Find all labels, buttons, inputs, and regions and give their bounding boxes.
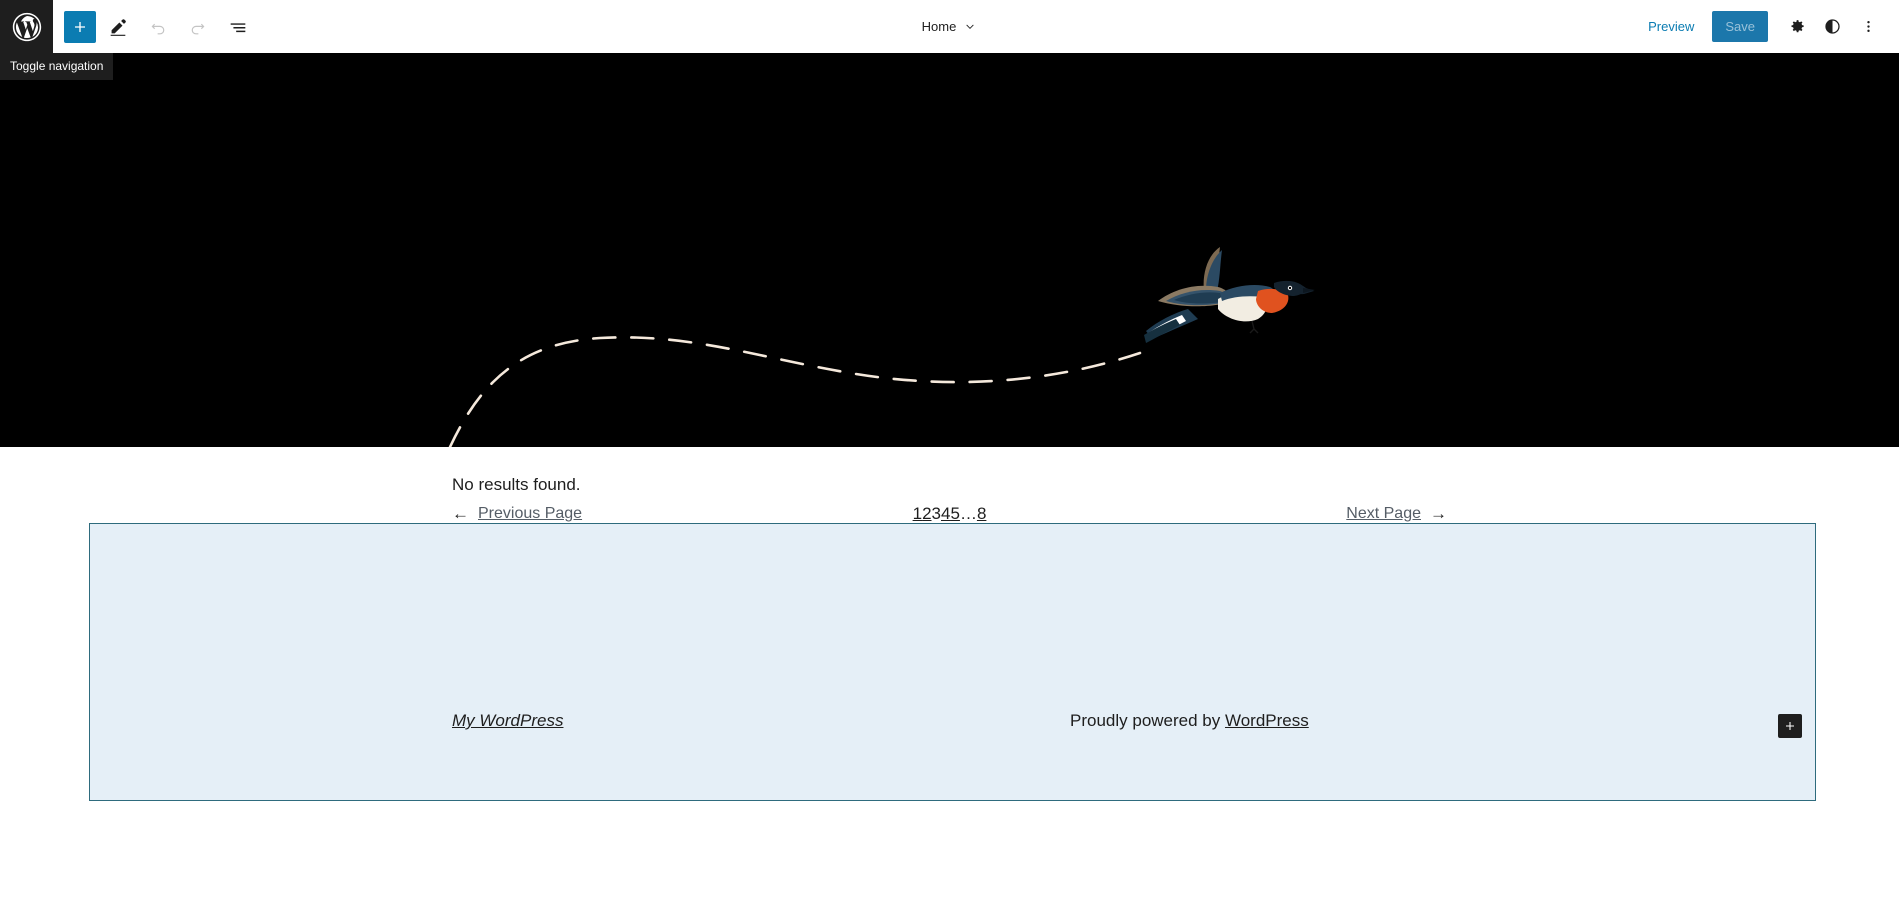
options-menu-button[interactable]	[1850, 9, 1886, 45]
page-number-current: 3	[931, 504, 941, 523]
flying-swallow-illustration	[1144, 247, 1315, 343]
wordpress-logo-icon	[10, 10, 44, 44]
page-number-2[interactable]: 2	[922, 504, 931, 524]
footer-row: My WordPress Proudly powered by WordPres…	[90, 711, 1815, 741]
toggle-navigation-tooltip: Toggle navigation	[0, 53, 114, 80]
arrow-left-icon: ←	[452, 504, 469, 523]
pagination-numbers: 1 2 3 4 5 … 8	[913, 504, 987, 524]
page-number-4[interactable]: 4	[941, 504, 950, 524]
settings-button[interactable]	[1778, 9, 1814, 45]
page-number-8[interactable]: 8	[977, 504, 986, 524]
previous-page-link[interactable]: ← Previous Page	[452, 504, 582, 524]
arrow-right-icon: →	[1430, 504, 1447, 523]
hero-section[interactable]	[0, 53, 1899, 447]
page-ellipsis: …	[959, 504, 977, 523]
document-title-area: Home	[0, 0, 1899, 53]
top-bar-left-tools	[53, 9, 260, 45]
bottom-add-block-button[interactable]	[1778, 714, 1802, 738]
flight-path-decoration	[448, 336, 1142, 447]
chevron-down-icon	[963, 20, 977, 34]
list-view-icon	[227, 16, 249, 38]
plus-icon	[70, 17, 90, 37]
edit-mode-button[interactable]	[100, 9, 136, 45]
pencil-icon	[107, 16, 129, 38]
plus-icon	[1782, 718, 1798, 734]
redo-button[interactable]	[180, 9, 216, 45]
page-number-1[interactable]: 1	[913, 504, 922, 524]
next-page-link[interactable]: Next Page →	[1346, 504, 1447, 524]
list-view-button[interactable]	[220, 9, 256, 45]
no-results-text: No results found.	[452, 475, 581, 494]
top-bar-right-tools: Preview Save	[1636, 9, 1899, 45]
add-block-button[interactable]	[64, 10, 96, 43]
save-button[interactable]: Save	[1712, 11, 1768, 42]
undo-arrow-icon	[147, 16, 169, 38]
contrast-half-circle-icon	[1823, 17, 1842, 36]
site-credit: Proudly powered by WordPress	[1070, 711, 1309, 731]
document-title-button[interactable]: Home	[914, 13, 986, 40]
gear-icon	[1787, 17, 1806, 36]
page-number-5[interactable]: 5	[950, 504, 959, 524]
document-title-label: Home	[921, 19, 957, 34]
site-credit-prefix: Proudly powered by	[1070, 711, 1225, 730]
undo-button[interactable]	[140, 9, 176, 45]
site-title-link[interactable]: My WordPress	[452, 711, 563, 731]
editor-canvas: No results found. ← Previous Page 1 2 3 …	[0, 53, 1899, 909]
editor-top-bar: Toggle navigation Home Preview Save	[0, 0, 1899, 80]
wordpress-logo-button[interactable]: Toggle navigation	[0, 0, 114, 80]
previous-page-label: Previous Page	[478, 505, 583, 522]
three-dots-vertical-icon	[1859, 17, 1878, 36]
wordpress-credit-link[interactable]: WordPress	[1225, 711, 1309, 730]
preview-button[interactable]: Preview	[1636, 13, 1706, 40]
footer-block-selected[interactable]: My WordPress Proudly powered by WordPres…	[89, 523, 1816, 801]
redo-arrow-icon	[187, 16, 209, 38]
styles-button[interactable]	[1814, 9, 1850, 45]
next-page-label: Next Page	[1346, 505, 1421, 522]
